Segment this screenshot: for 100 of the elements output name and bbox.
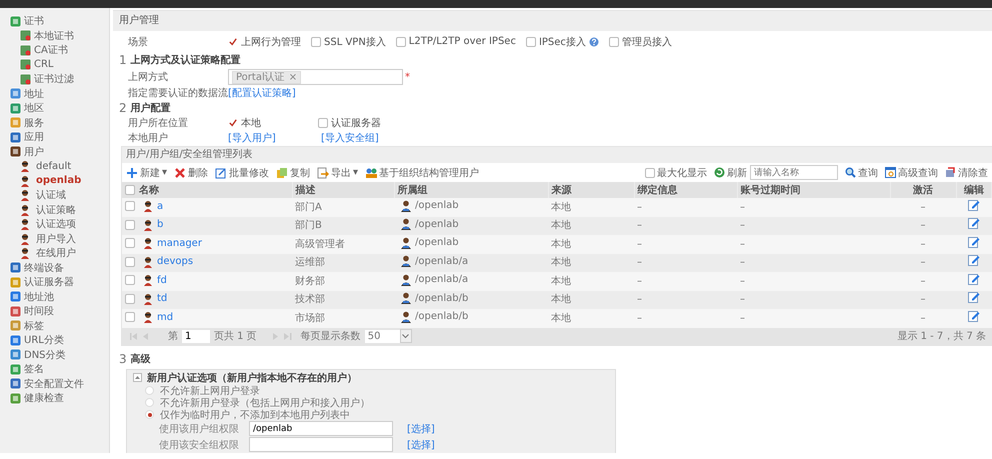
toolbar-button[interactable]: 新建 ▾ xyxy=(126,166,168,180)
edit-icon[interactable] xyxy=(968,291,980,304)
toolbar-button[interactable]: 清除查 xyxy=(945,166,988,180)
radio-button[interactable] xyxy=(145,386,154,395)
link[interactable]: [导入安全组] xyxy=(321,130,414,144)
page-field[interactable]: 1 xyxy=(182,330,210,342)
row-checkbox[interactable] xyxy=(125,238,135,248)
clear-icon xyxy=(945,167,956,178)
section-number: 1 xyxy=(119,53,127,67)
sidebar-item[interactable]: 应用 xyxy=(24,130,44,144)
edit-icon[interactable] xyxy=(968,310,980,322)
checkbox-label: 管理员接入 xyxy=(622,36,672,48)
toolbar-button[interactable]: 查询 xyxy=(845,166,878,180)
field-label: 使用该用户组权限 xyxy=(159,422,240,436)
link[interactable]: [配置认证策略] xyxy=(228,86,296,100)
sidebar-item[interactable]: 终端设备 xyxy=(24,260,64,275)
checkbox-label: 最大化显示 xyxy=(657,166,707,180)
sidebar-item[interactable]: 认证策略 xyxy=(36,202,76,217)
checkbox[interactable] xyxy=(311,36,321,46)
row-checkbox[interactable] xyxy=(125,201,135,211)
user-name-link[interactable]: fd xyxy=(157,272,167,288)
table-cell: – xyxy=(890,254,956,272)
input-field[interactable]: /openlab xyxy=(249,421,393,436)
edit-icon[interactable] xyxy=(968,272,980,285)
sidebar-item[interactable]: 本地证书 xyxy=(34,28,74,43)
sidebar-item[interactable]: URL分类 xyxy=(24,333,64,348)
user-name-link[interactable]: a xyxy=(157,198,164,214)
sidebar-item[interactable]: DNS分类 xyxy=(24,348,66,362)
refresh-icon xyxy=(714,167,725,178)
toolbar-button[interactable]: 基于组织结构管理用户 xyxy=(365,166,480,180)
caret-icon xyxy=(402,334,410,338)
sidebar-item[interactable]: 地址 xyxy=(24,86,44,101)
sidebar-item[interactable]: 签名 xyxy=(24,362,44,376)
sidebar-item[interactable]: 标签 xyxy=(24,318,44,333)
edit-icon[interactable] xyxy=(968,198,980,211)
checkbox-label: 本地 xyxy=(241,116,261,130)
table-cell: – xyxy=(737,272,890,290)
input-field[interactable] xyxy=(249,437,393,452)
sidebar-item[interactable]: 时间段 xyxy=(24,304,54,318)
sidebar-item[interactable]: 证书过滤 xyxy=(34,72,74,86)
sidebar-item[interactable]: 证书 xyxy=(24,14,44,28)
toolbar-button[interactable]: 刷新 xyxy=(714,166,747,180)
checkbox-label: SSL VPN接入 xyxy=(324,36,386,48)
toolbar-button[interactable]: 批量修改 xyxy=(215,166,270,180)
user-name-link[interactable]: td xyxy=(157,291,168,306)
toolbar-button[interactable]: 复制 xyxy=(276,166,310,180)
link[interactable]: [导入用户] xyxy=(228,130,321,144)
link[interactable]: [选择] xyxy=(407,422,435,436)
toolbar-button[interactable]: 删除 xyxy=(174,166,208,180)
sidebar-item[interactable]: 认证服务器 xyxy=(24,275,74,290)
row-checkbox[interactable] xyxy=(125,220,135,230)
sidebar-item[interactable]: 用户导入 xyxy=(36,232,76,246)
radio-button[interactable] xyxy=(145,410,154,419)
sidebar-item[interactable]: 在线用户 xyxy=(36,246,76,260)
checkbox[interactable] xyxy=(608,36,619,46)
edit-icon[interactable] xyxy=(968,254,980,266)
sidebar-item[interactable]: default xyxy=(36,160,72,172)
sidebar-item[interactable]: CRL xyxy=(34,59,54,70)
checkbox[interactable] xyxy=(228,36,238,46)
export-icon xyxy=(317,166,330,178)
link[interactable]: [选择] xyxy=(407,438,435,452)
user-name-link[interactable]: devops xyxy=(157,254,194,269)
edit-icon[interactable] xyxy=(968,217,980,230)
user-name-link[interactable]: b xyxy=(157,217,164,232)
sidebar-item[interactable]: 认证选项 xyxy=(36,217,76,232)
sidebar-item[interactable]: 服务 xyxy=(24,116,44,130)
remove-tag-button[interactable]: × xyxy=(288,72,298,82)
checkbox[interactable] xyxy=(318,118,328,128)
row-checkbox[interactable] xyxy=(125,312,135,322)
row-checkbox[interactable] xyxy=(125,256,135,266)
checkbox[interactable] xyxy=(645,168,655,178)
checkbox[interactable] xyxy=(396,36,406,46)
collapse-toggle[interactable] xyxy=(133,373,142,382)
user-group-icon xyxy=(400,292,412,304)
sidebar-item[interactable]: CA证书 xyxy=(34,43,68,58)
radio-button[interactable] xyxy=(145,398,154,407)
page-size-select[interactable]: 50 xyxy=(364,330,412,342)
table-cell-text: /openlab/a xyxy=(415,254,468,268)
sidebar-item[interactable]: 用户 xyxy=(24,144,44,159)
checkbox[interactable] xyxy=(228,118,238,128)
toolbar-button[interactable]: 导出 ▾ xyxy=(317,166,358,180)
row-checkbox[interactable] xyxy=(125,275,135,285)
sidebar-item[interactable]: 健康检查 xyxy=(24,391,64,406)
search-field[interactable]: 请输入名称 xyxy=(750,165,838,180)
sidebar-item[interactable]: openlab xyxy=(36,175,82,186)
select-all-checkbox[interactable] xyxy=(125,184,135,194)
sidebar-item[interactable]: 地址池 xyxy=(24,290,54,304)
sidebar-item[interactable]: 安全配置文件 xyxy=(24,376,84,391)
help-icon[interactable] xyxy=(588,36,599,46)
checkbox-label: 认证服务器 xyxy=(331,117,381,130)
toolbar-button[interactable]: 高级查询 xyxy=(885,166,938,180)
edit-icon[interactable] xyxy=(968,236,980,248)
sidebar-item[interactable]: 认证域 xyxy=(36,188,66,202)
user-name-link[interactable]: md xyxy=(157,310,174,324)
table-cell: – xyxy=(890,198,956,216)
table-cell: – xyxy=(737,309,890,328)
row-checkbox[interactable] xyxy=(125,294,135,304)
tag-input-field[interactable]: Portal认证 × xyxy=(228,69,403,85)
sidebar-item[interactable]: 地区 xyxy=(24,101,44,116)
checkbox[interactable] xyxy=(526,36,536,46)
